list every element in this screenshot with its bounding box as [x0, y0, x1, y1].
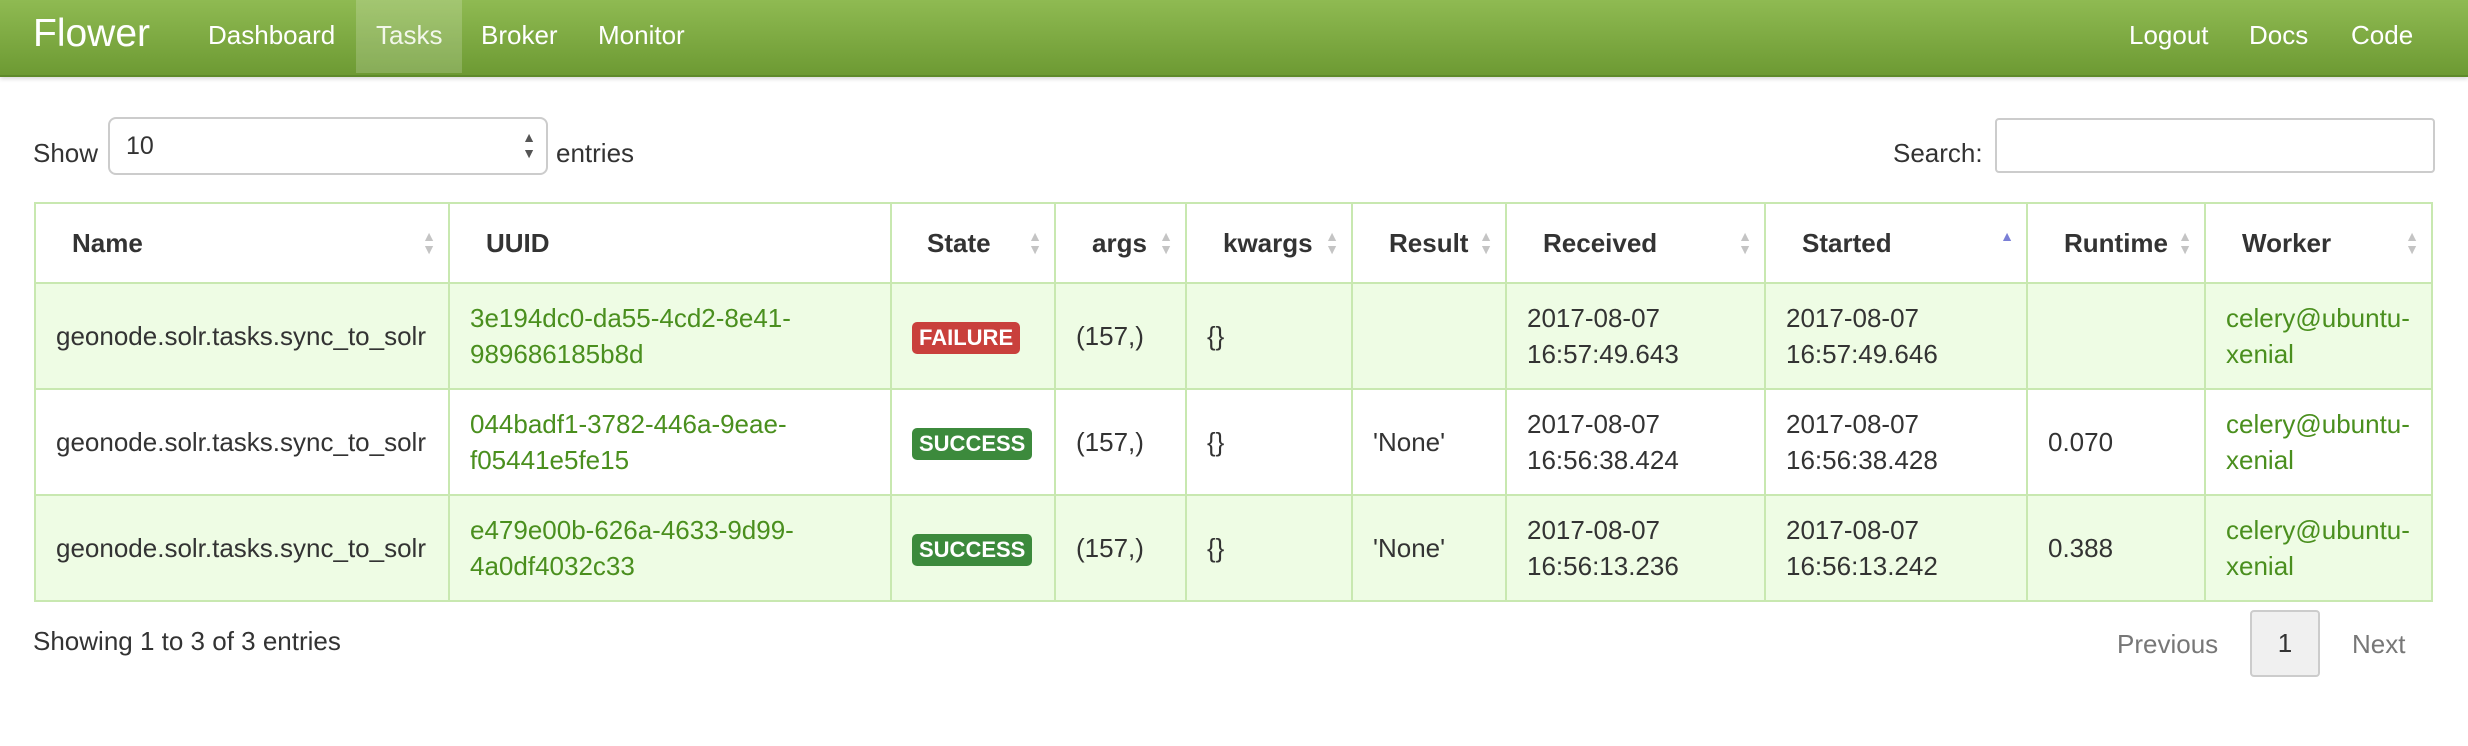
pagination-page-1[interactable]: 1: [2250, 610, 2320, 677]
col-header-received[interactable]: Received ▲ ▼: [1505, 202, 1766, 284]
status-badge: SUCCESS: [912, 428, 1033, 460]
task-uuid-link[interactable]: e479e00b-626a-4633-9d99- 4a0df4032c33: [448, 494, 892, 602]
sort-both-icon: ▲ ▼: [2405, 228, 2419, 257]
nav-tasks[interactable]: Tasks: [356, 0, 463, 73]
nav-dashboard[interactable]: Dashboard: [188, 0, 355, 73]
task-name: geonode.solr.tasks.sync_to_solr: [34, 494, 450, 602]
nav-code[interactable]: Code: [2331, 0, 2433, 73]
entries-select-value: 10: [126, 132, 154, 160]
task-received: 2017-08-07 16:56:38.424: [1505, 388, 1766, 496]
nav-logout[interactable]: Logout: [2109, 0, 2229, 73]
task-started: 2017-08-07 16:56:13.242: [1764, 494, 2028, 602]
task-kwargs: {}: [1185, 388, 1353, 496]
task-worker-link[interactable]: celery@ubuntu-xenial: [2204, 282, 2433, 390]
sort-ascending-icon: ▲: [2000, 228, 2014, 244]
task-uuid-link[interactable]: 044badf1-3782-446a-9eae-f05441e5fe15: [448, 388, 892, 496]
col-header-result[interactable]: Result ▲ ▼: [1351, 202, 1507, 284]
task-args: (157,): [1054, 388, 1187, 496]
table-row[interactable]: geonode.solr.tasks.sync_to_solr 044badf1…: [34, 388, 2433, 496]
search-input[interactable]: [1995, 118, 2435, 173]
col-header-state[interactable]: State ▲ ▼: [890, 202, 1056, 284]
top-navbar: Flower Dashboard Tasks Broker Monitor Lo…: [0, 0, 2468, 77]
entries-select[interactable]: 10 ▲ ▼: [108, 117, 548, 175]
col-header-worker[interactable]: Worker ▲ ▼: [2204, 202, 2433, 284]
task-result: 'None': [1351, 494, 1507, 602]
task-worker-link[interactable]: celery@ubuntu-xenial: [2204, 494, 2433, 602]
sort-both-icon: ▲ ▼: [2178, 228, 2192, 257]
col-header-started[interactable]: Started ▲: [1764, 202, 2028, 284]
col-header-kwargs[interactable]: kwargs ▲ ▼: [1185, 202, 1353, 284]
nav-monitor[interactable]: Monitor: [578, 0, 705, 73]
status-badge: FAILURE: [912, 322, 1021, 354]
table-row[interactable]: geonode.solr.tasks.sync_to_solr e479e00b…: [34, 494, 2433, 602]
task-kwargs: {}: [1185, 494, 1353, 602]
col-header-name[interactable]: Name ▲ ▼: [34, 202, 450, 284]
col-header-uuid[interactable]: UUID: [448, 202, 892, 284]
show-label: Show: [33, 138, 99, 168]
task-kwargs: {}: [1185, 282, 1353, 390]
select-arrows-icon: ▲ ▼: [522, 129, 536, 161]
task-runtime: [2026, 282, 2206, 390]
task-started: 2017-08-07 16:56:38.428: [1764, 388, 2028, 496]
sort-both-icon: ▲ ▼: [422, 228, 436, 257]
task-runtime: 0.388: [2026, 494, 2206, 602]
col-header-runtime[interactable]: Runtime ▲ ▼: [2026, 202, 2206, 284]
sort-both-icon: ▲ ▼: [1738, 228, 1752, 257]
sort-both-icon: ▲ ▼: [1479, 228, 1493, 257]
task-name: geonode.solr.tasks.sync_to_solr: [34, 388, 450, 496]
pagination-previous[interactable]: Previous: [2117, 629, 2218, 660]
sort-both-icon: ▲ ▼: [1159, 228, 1173, 257]
tasks-table: Name ▲ ▼ UUID State ▲ ▼ args ▲ ▼ kwargs ▲ ▼ Resu…: [34, 202, 2433, 602]
task-runtime: 0.070: [2026, 388, 2206, 496]
entries-label: entries: [556, 138, 635, 168]
table-row[interactable]: geonode.solr.tasks.sync_to_solr 3e194dc0…: [34, 282, 2433, 390]
table-header-row: Name ▲ ▼ UUID State ▲ ▼ args ▲ ▼ kwargs ▲ ▼ Resu…: [34, 202, 2433, 284]
task-state: SUCCESS: [890, 388, 1056, 496]
task-name: geonode.solr.tasks.sync_to_solr: [34, 282, 450, 390]
task-result: [1351, 282, 1507, 390]
sort-both-icon: ▲ ▼: [1325, 228, 1339, 257]
task-args: (157,): [1054, 282, 1187, 390]
task-received: 2017-08-07 16:56:13.236: [1505, 494, 1766, 602]
task-received: 2017-08-07 16:57:49.643: [1505, 282, 1766, 390]
nav-docs[interactable]: Docs: [2229, 0, 2328, 73]
task-uuid-link[interactable]: 3e194dc0-da55-4cd2-8e41- 989686185b8d: [448, 282, 892, 390]
task-state: FAILURE: [890, 282, 1056, 390]
task-worker-link[interactable]: celery@ubuntu-xenial: [2204, 388, 2433, 496]
pagination-next[interactable]: Next: [2352, 629, 2405, 660]
search-label: Search:: [1893, 138, 1983, 168]
task-args: (157,): [1054, 494, 1187, 602]
col-header-args[interactable]: args ▲ ▼: [1054, 202, 1187, 284]
brand-logo[interactable]: Flower: [33, 12, 150, 56]
task-result: 'None': [1351, 388, 1507, 496]
sort-both-icon: ▲ ▼: [1028, 228, 1042, 257]
nav-broker[interactable]: Broker: [461, 0, 578, 73]
task-state: SUCCESS: [890, 494, 1056, 602]
status-badge: SUCCESS: [912, 534, 1033, 566]
table-info: Showing 1 to 3 of 3 entries: [33, 626, 341, 656]
task-started: 2017-08-07 16:57:49.646: [1764, 282, 2028, 390]
